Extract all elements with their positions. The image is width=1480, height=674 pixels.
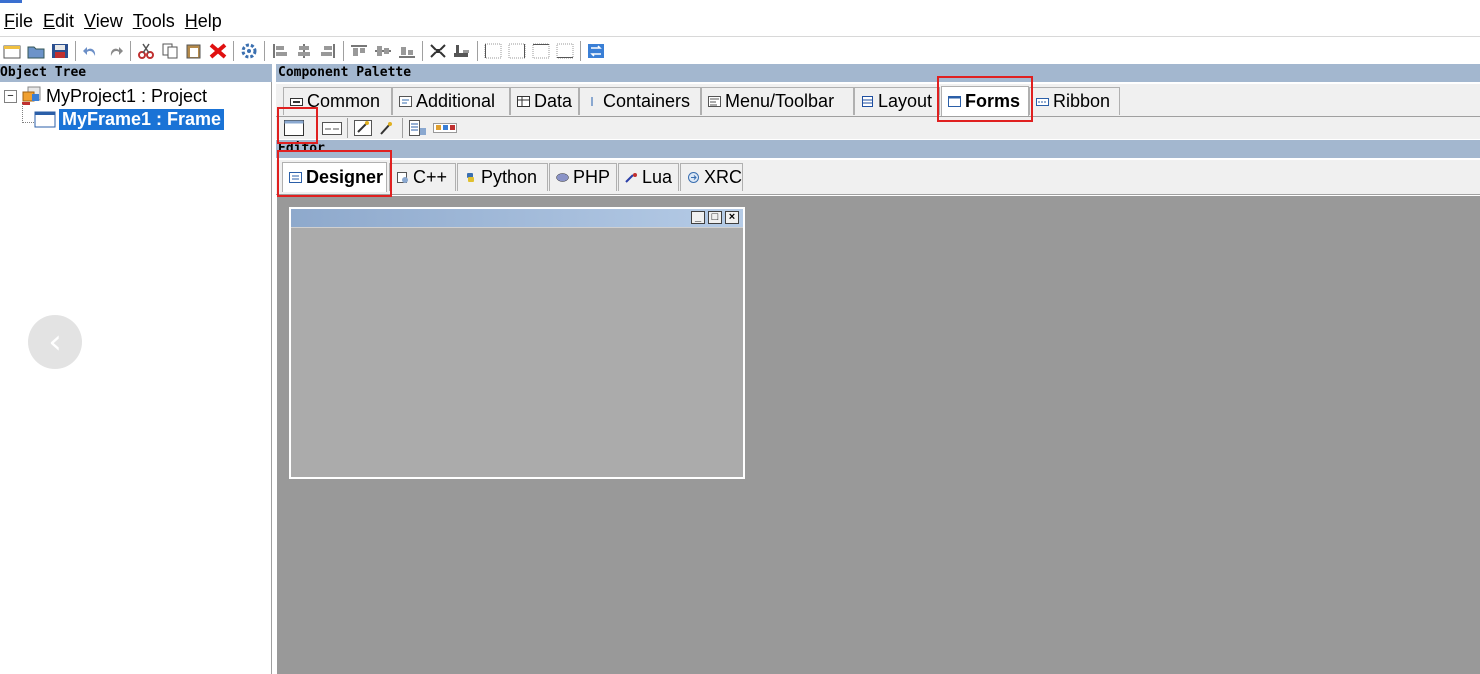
tab-menu-toolbar[interactable]: Menu/Toolbar bbox=[701, 87, 854, 115]
new-project-icon[interactable] bbox=[2, 41, 22, 61]
tab-containers[interactable]: Containers bbox=[579, 87, 701, 115]
delete-icon[interactable] bbox=[208, 41, 228, 61]
tab-lua[interactable]: Lua bbox=[618, 163, 679, 191]
toolbar-separator bbox=[75, 40, 76, 61]
tab-xrc[interactable]: XRC bbox=[680, 163, 743, 191]
project-icon bbox=[22, 86, 41, 105]
menu-file[interactable]: File bbox=[0, 11, 39, 32]
palette-component-bar bbox=[276, 117, 1480, 139]
back-button[interactable]: ‹ bbox=[28, 315, 82, 369]
panel-component-icon[interactable] bbox=[322, 119, 342, 137]
copy-icon[interactable] bbox=[160, 41, 180, 61]
menu-tools[interactable]: Tools bbox=[129, 11, 181, 32]
component-palette-header: Component Palette bbox=[276, 64, 1480, 82]
toolbar-separator bbox=[477, 40, 478, 61]
ribbon-icon bbox=[1036, 98, 1049, 106]
wizard-component-icon[interactable] bbox=[353, 119, 373, 137]
align-left-icon[interactable] bbox=[270, 41, 290, 61]
palette-separator bbox=[402, 118, 403, 138]
tab-python[interactable]: Python bbox=[457, 163, 548, 191]
tree-connector-line bbox=[22, 104, 23, 123]
save-icon[interactable] bbox=[50, 41, 70, 61]
menu-bar-component-icon[interactable] bbox=[408, 119, 428, 137]
open-folder-icon[interactable] bbox=[26, 41, 46, 61]
data-icon bbox=[517, 96, 530, 107]
generate-code-gear-icon[interactable] bbox=[239, 41, 259, 61]
tab-forms[interactable]: Forms bbox=[941, 86, 1029, 116]
tab-layout[interactable]: Layout bbox=[854, 87, 940, 115]
menu-help[interactable]: Help bbox=[181, 11, 228, 32]
tab-data[interactable]: Data bbox=[510, 87, 579, 115]
python-icon bbox=[467, 173, 474, 182]
align-bottom-icon[interactable] bbox=[397, 41, 417, 61]
menu-bar: File Edit View Tools Help bbox=[0, 8, 1480, 34]
border-top-icon[interactable] bbox=[531, 41, 551, 61]
toolbar-separator bbox=[233, 40, 234, 61]
frame-component-icon[interactable] bbox=[284, 119, 304, 137]
palette-separator bbox=[347, 118, 348, 138]
tab-ribbon[interactable]: Ribbon bbox=[1029, 87, 1120, 115]
additional-icon bbox=[399, 96, 412, 107]
toolbar-separator bbox=[130, 40, 131, 61]
tab-php[interactable]: PHP bbox=[549, 163, 617, 191]
frame-preview-client-area bbox=[291, 227, 743, 477]
redo-icon[interactable] bbox=[105, 41, 125, 61]
frame-preview[interactable]: _ □ × bbox=[289, 207, 745, 479]
border-right-icon[interactable] bbox=[507, 41, 527, 61]
tree-item-project[interactable]: − MyProject1 : Project bbox=[4, 85, 207, 107]
paste-icon[interactable] bbox=[184, 41, 204, 61]
stretch-icon[interactable] bbox=[452, 41, 472, 61]
object-tree-panel: − MyProject1 : Project MyFrame1 : Frame bbox=[0, 82, 272, 674]
align-top-icon[interactable] bbox=[349, 41, 369, 61]
tab-designer[interactable]: Designer bbox=[282, 162, 387, 192]
xrc-icon bbox=[688, 172, 699, 183]
menu-edit[interactable]: Edit bbox=[39, 11, 80, 32]
toolbar-separator bbox=[422, 40, 423, 61]
editor-header: Editor bbox=[276, 140, 1480, 158]
border-left-icon[interactable] bbox=[483, 41, 503, 61]
toolbar-separator bbox=[580, 40, 581, 61]
chevron-left-icon: ‹ bbox=[48, 322, 62, 362]
minimize-icon: _ bbox=[691, 211, 705, 224]
menu-view[interactable]: View bbox=[80, 11, 129, 32]
tree-connector-line bbox=[22, 122, 34, 123]
tab-additional[interactable]: Additional bbox=[392, 87, 510, 115]
main-toolbar bbox=[0, 36, 1480, 64]
tab-common[interactable]: Common bbox=[283, 87, 392, 115]
toolbar-component-icon[interactable] bbox=[432, 119, 458, 137]
common-icon bbox=[290, 98, 303, 106]
app-title-glyph bbox=[0, 0, 22, 3]
undo-icon[interactable] bbox=[81, 41, 101, 61]
menu-toolbar-icon bbox=[708, 96, 721, 107]
frame-icon bbox=[34, 111, 56, 128]
collapse-icon[interactable]: − bbox=[4, 89, 17, 103]
tree-project-label: MyProject1 : Project bbox=[46, 85, 208, 106]
toolbar-separator bbox=[343, 40, 344, 61]
lua-icon bbox=[625, 173, 637, 183]
cut-icon[interactable] bbox=[136, 41, 156, 61]
object-tree-header: Object Tree bbox=[0, 64, 272, 82]
php-icon bbox=[556, 173, 569, 182]
align-center-vertical-icon[interactable] bbox=[373, 41, 393, 61]
editor-tab-bar: Designer C++ Python PHP Lua XRC bbox=[276, 160, 1480, 195]
containers-icon bbox=[591, 97, 593, 106]
forms-icon bbox=[948, 96, 961, 107]
maximize-icon: □ bbox=[708, 211, 722, 224]
palette-tab-bar: Common Additional Data Containers Menu/T… bbox=[276, 84, 1480, 117]
close-icon: × bbox=[725, 211, 739, 224]
frame-preview-titlebar: _ □ × bbox=[291, 209, 743, 227]
tree-frame-label: MyFrame1 : Frame bbox=[59, 108, 225, 130]
layout-icon bbox=[862, 96, 873, 107]
expand-icon[interactable] bbox=[428, 41, 448, 61]
tab-cpp[interactable]: C++ bbox=[389, 163, 456, 191]
toggle-orientation-icon[interactable] bbox=[586, 41, 606, 61]
wizard-page-component-icon[interactable] bbox=[377, 119, 397, 137]
border-bottom-icon[interactable] bbox=[555, 41, 575, 61]
cpp-icon bbox=[397, 172, 408, 183]
align-right-icon[interactable] bbox=[318, 41, 338, 61]
align-center-horizontal-icon[interactable] bbox=[294, 41, 314, 61]
designer-icon bbox=[289, 172, 302, 183]
toolbar-separator bbox=[264, 40, 265, 61]
tree-item-frame[interactable]: MyFrame1 : Frame bbox=[34, 108, 225, 130]
